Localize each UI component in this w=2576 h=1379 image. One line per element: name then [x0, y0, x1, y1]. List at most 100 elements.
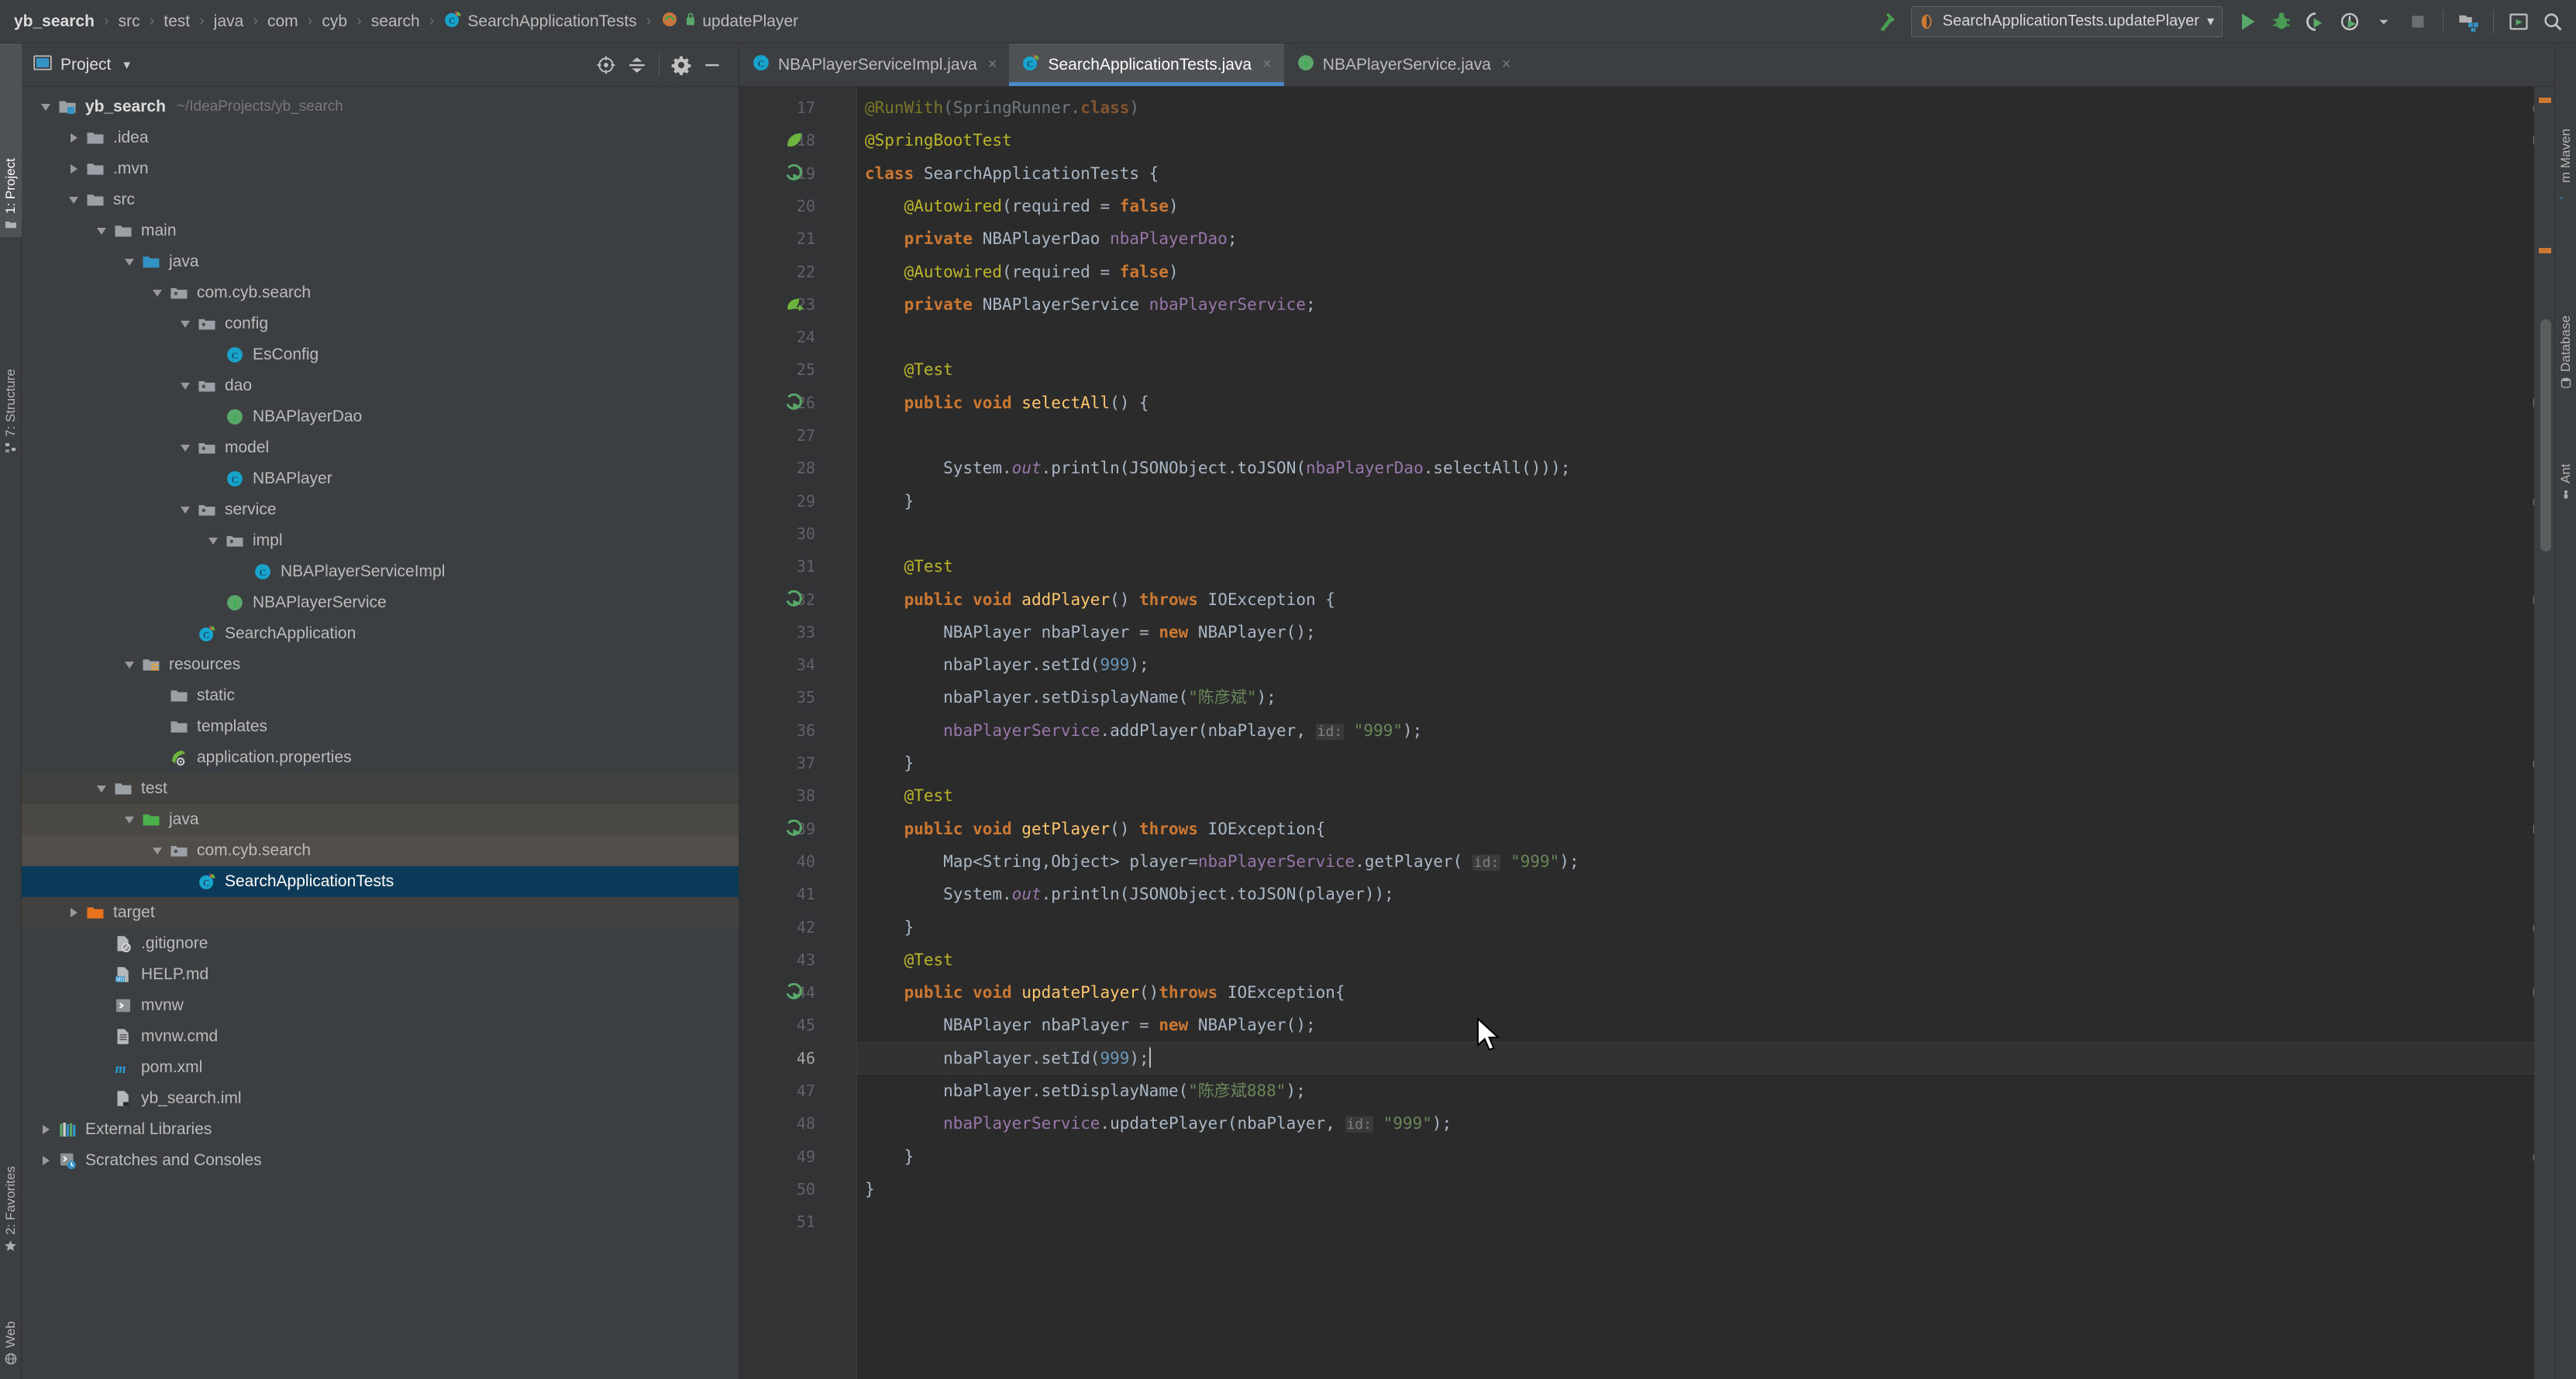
- tree-item--mvn[interactable]: .mvn: [22, 153, 739, 184]
- tree-toggle[interactable]: [119, 816, 139, 824]
- tree-item-mvnw[interactable]: mvnw: [22, 990, 739, 1021]
- code-line[interactable]: }: [857, 747, 2534, 779]
- sidebar-tab-web[interactable]: Web: [0, 1278, 22, 1371]
- tree-item-dao[interactable]: dao: [22, 370, 739, 401]
- code-line[interactable]: nbaPlayer.setId(999);: [857, 648, 2534, 681]
- code-content[interactable]: @RunWith(SpringRunner.class) @SpringBootT…: [857, 87, 2534, 1379]
- editor-scrollbar-thumb[interactable]: [2540, 319, 2551, 552]
- tree-item-nbaplayer[interactable]: C NBAPlayer: [22, 463, 739, 494]
- code-line[interactable]: }: [857, 911, 2534, 944]
- project-panel-dropdown[interactable]: ▾: [123, 57, 130, 73]
- expand-arrow-icon[interactable]: [42, 1125, 50, 1134]
- gutter-run-test-icon[interactable]: [783, 813, 806, 845]
- expand-arrow-icon[interactable]: [70, 908, 77, 917]
- profiler-button[interactable]: [2333, 5, 2367, 39]
- tree-item-searchapplicationtests[interactable]: C SearchApplicationTests: [22, 866, 739, 897]
- tree-item-nbaplayerservice[interactable]: I NBAPlayerService: [22, 587, 739, 618]
- sidebar-tab-maven[interactable]: m m Maven: [2555, 51, 2576, 206]
- code-line[interactable]: nbaPlayer.setId(999);: [857, 1042, 2534, 1075]
- tree-item-config[interactable]: config: [22, 308, 739, 339]
- select-file-icon[interactable]: [2502, 5, 2536, 39]
- breadcrumb-item-com[interactable]: com: [266, 11, 300, 33]
- code-line[interactable]: nbaPlayer.setDisplayName("陈彦斌888");: [857, 1075, 2534, 1107]
- folding-gutter[interactable]: [829, 87, 2545, 1379]
- tree-toggle[interactable]: [147, 289, 167, 297]
- code-line[interactable]: Map<String,Object> player=nbaPlayerServi…: [857, 845, 2534, 878]
- close-icon[interactable]: ×: [988, 56, 997, 74]
- tree-item-nbaplayerdao[interactable]: I NBAPlayerDao: [22, 401, 739, 432]
- tree-item-static[interactable]: static: [22, 680, 739, 711]
- breadcrumb-item-test[interactable]: test: [162, 11, 191, 33]
- tree-toggle[interactable]: [91, 785, 112, 793]
- collapse-arrow-icon[interactable]: [181, 320, 190, 328]
- tree-item-model[interactable]: model: [22, 432, 739, 463]
- hammer-icon[interactable]: [1869, 5, 1903, 39]
- collapse-arrow-icon[interactable]: [125, 816, 134, 824]
- code-editor[interactable]: 17 18 19 20 21 22 23 24 25 26 27 28 29 30 31 32 33 34 35 36…: [739, 87, 2554, 1379]
- tree-toggle[interactable]: [147, 847, 167, 855]
- gutter-bean-icon[interactable]: [783, 288, 806, 321]
- collapse-arrow-icon[interactable]: [125, 661, 134, 669]
- tree-toggle[interactable]: [119, 258, 139, 266]
- collapse-arrow-icon[interactable]: [97, 785, 106, 793]
- collapse-arrow-icon[interactable]: [125, 258, 134, 266]
- tree-toggle[interactable]: [175, 444, 195, 452]
- code-line[interactable]: @Autowired(required = false): [857, 256, 2534, 288]
- tree-item-impl[interactable]: impl: [22, 525, 739, 556]
- code-line[interactable]: public void updatePlayer()throws IOExcep…: [857, 976, 2534, 1009]
- tree-item-com-cyb-search[interactable]: com.cyb.search: [22, 835, 739, 866]
- tree-item-mvnw-cmd[interactable]: mvnw.cmd: [22, 1021, 739, 1052]
- tree-item-pom-xml[interactable]: m pom.xml: [22, 1052, 739, 1083]
- close-icon[interactable]: ×: [1262, 56, 1272, 74]
- editor-tab-nbaplayerserviceimpl-java[interactable]: C NBAPlayerServiceImpl.java ×: [739, 43, 1009, 86]
- tree-item-src[interactable]: src: [22, 184, 739, 215]
- tree-item-searchapplication[interactable]: C SearchApplication: [22, 618, 739, 649]
- sidebar-tab-ant[interactable]: Ant: [2555, 406, 2576, 507]
- tree-item-target[interactable]: target: [22, 897, 739, 928]
- tree-item-nbaplayerserviceimpl[interactable]: C NBAPlayerServiceImpl: [22, 556, 739, 587]
- sidebar-tab-structure[interactable]: 7: Structure: [0, 243, 22, 460]
- chevron-down-icon[interactable]: ▾: [2207, 13, 2214, 29]
- code-line[interactable]: private NBAPlayerService nbaPlayerServic…: [857, 288, 2534, 321]
- collapse-arrow-icon[interactable]: [153, 847, 162, 855]
- tree-item-scratches-and-consoles[interactable]: Scratches and Consoles: [22, 1145, 739, 1176]
- breadcrumb-item-src[interactable]: src: [117, 11, 142, 33]
- tree-toggle[interactable]: [64, 196, 84, 204]
- tree-toggle[interactable]: [64, 133, 84, 143]
- tree-item--gitignore[interactable]: .gitignore: [22, 928, 739, 959]
- tree-item-java[interactable]: java: [22, 246, 739, 277]
- stop-button[interactable]: [2401, 5, 2435, 39]
- tree-item-yb-search[interactable]: yb_search ~/IdeaProjects/yb_search: [22, 91, 739, 122]
- collapse-arrow-icon[interactable]: [153, 289, 162, 297]
- debug-button[interactable]: [2264, 5, 2299, 39]
- minimize-icon[interactable]: [697, 50, 728, 81]
- breadcrumb-item-java[interactable]: java: [212, 11, 246, 33]
- expand-arrow-icon[interactable]: [70, 164, 77, 174]
- tree-item-templates[interactable]: templates: [22, 711, 739, 742]
- tree-item-java[interactable]: java: [22, 804, 739, 835]
- code-line[interactable]: public void selectAll() {: [857, 387, 2534, 419]
- breadcrumb-item-searchapplicationtests[interactable]: C SearchApplicationTests: [442, 9, 638, 35]
- run-button[interactable]: [2230, 5, 2264, 39]
- editor-gutter[interactable]: 17 18 19 20 21 22 23 24 25 26 27 28 29 30 31 32 33 34 35 36…: [739, 87, 829, 1379]
- tree-item-application-properties[interactable]: application.properties: [22, 742, 739, 773]
- code-line[interactable]: @Autowired(required = false): [857, 190, 2534, 222]
- code-line[interactable]: @Test: [857, 550, 2534, 583]
- code-line[interactable]: class SearchApplicationTests {: [857, 157, 2534, 190]
- tree-toggle[interactable]: [36, 1125, 56, 1134]
- collapse-arrow-icon[interactable]: [97, 227, 106, 235]
- tree-toggle[interactable]: [175, 382, 195, 390]
- tree-item-main[interactable]: main: [22, 215, 739, 246]
- run-with-coverage-button[interactable]: [2299, 5, 2333, 39]
- breadcrumb-item-cyb[interactable]: cyb: [320, 11, 349, 33]
- code-line[interactable]: [857, 321, 2534, 353]
- code-line[interactable]: System.out.println(JSONObject.toJSON(nba…: [857, 452, 2534, 484]
- code-line[interactable]: [857, 419, 2534, 452]
- code-line[interactable]: }: [857, 1173, 2534, 1205]
- code-line[interactable]: NBAPlayer nbaPlayer = new NBAPlayer();: [857, 1009, 2534, 1041]
- search-icon[interactable]: [2536, 5, 2570, 39]
- tree-item-test[interactable]: test: [22, 773, 739, 804]
- code-line[interactable]: @SpringBootTest: [857, 124, 2534, 156]
- tree-toggle[interactable]: [64, 908, 84, 917]
- tree-item-com-cyb-search[interactable]: com.cyb.search: [22, 277, 739, 308]
